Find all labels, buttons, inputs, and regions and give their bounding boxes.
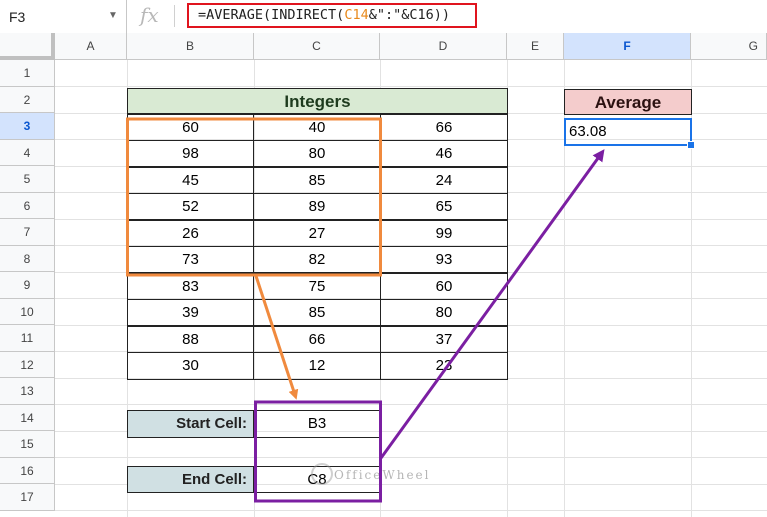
fx-icon: fx bbox=[140, 3, 159, 27]
column-header-d[interactable]: D bbox=[380, 33, 507, 60]
name-box[interactable]: F3 ▼ bbox=[0, 0, 127, 33]
average-header[interactable]: Average bbox=[564, 89, 692, 115]
table-cell[interactable]: 88 bbox=[127, 325, 254, 353]
row-header-4[interactable]: 4 bbox=[0, 139, 55, 166]
table-cell[interactable]: 12 bbox=[253, 352, 381, 380]
fill-handle[interactable] bbox=[687, 141, 695, 149]
table-cell[interactable]: 66 bbox=[380, 114, 508, 141]
formula-prefix: =AVERAGE(INDIRECT( bbox=[198, 7, 345, 23]
select-all-corner[interactable] bbox=[0, 33, 55, 60]
formula-ref-c14: C14 bbox=[344, 7, 369, 23]
table-cell[interactable]: 26 bbox=[127, 219, 254, 247]
start-cell-value[interactable]: B3 bbox=[253, 410, 381, 438]
formula-input[interactable]: =AVERAGE(INDIRECT(C14&":"&C16)) bbox=[187, 3, 477, 28]
row-header-12[interactable]: 12 bbox=[0, 351, 55, 378]
table-cell[interactable]: 85 bbox=[253, 299, 381, 326]
table-cell[interactable]: 65 bbox=[380, 193, 508, 220]
row-header-17[interactable]: 17 bbox=[0, 484, 55, 511]
column-header-g[interactable]: G bbox=[691, 33, 767, 60]
gridline bbox=[55, 510, 767, 511]
table-cell[interactable]: 27 bbox=[253, 219, 381, 247]
table-cell[interactable]: 24 bbox=[380, 166, 508, 194]
table-cell[interactable]: 75 bbox=[253, 272, 381, 300]
row-header-7[interactable]: 7 bbox=[0, 219, 55, 246]
row-header-2[interactable]: 2 bbox=[0, 86, 55, 113]
table-cell[interactable]: 45 bbox=[127, 166, 254, 194]
row-header-6[interactable]: 6 bbox=[0, 192, 55, 219]
watermark: OfficeWheel bbox=[334, 468, 431, 482]
table-cell[interactable]: 40 bbox=[253, 114, 381, 141]
table-cell[interactable]: 60 bbox=[380, 272, 508, 300]
row-header-11[interactable]: 11 bbox=[0, 325, 55, 352]
divider bbox=[174, 5, 175, 27]
row-header-15[interactable]: 15 bbox=[0, 431, 55, 458]
table-cell[interactable]: 23 bbox=[380, 352, 508, 380]
table-cell[interactable]: 46 bbox=[380, 140, 508, 167]
row-header-8[interactable]: 8 bbox=[0, 245, 55, 272]
table-cell[interactable]: 99 bbox=[380, 219, 508, 247]
table-cell[interactable]: 98 bbox=[127, 140, 254, 167]
row-header-14[interactable]: 14 bbox=[0, 404, 55, 431]
table-cell[interactable]: 73 bbox=[127, 246, 254, 273]
row-header-13[interactable]: 13 bbox=[0, 378, 55, 405]
table-cell[interactable]: 60 bbox=[127, 114, 254, 141]
column-header-a[interactable]: A bbox=[55, 33, 127, 60]
integers-header[interactable]: Integers bbox=[127, 88, 508, 114]
column-header-c[interactable]: C bbox=[254, 33, 380, 60]
column-header-b[interactable]: B bbox=[127, 33, 254, 60]
table-cell[interactable]: 93 bbox=[380, 246, 508, 273]
formula-suffix: &":"&C16)) bbox=[368, 7, 450, 23]
gridline bbox=[55, 86, 767, 87]
table-cell[interactable]: 52 bbox=[127, 193, 254, 220]
row-header-16[interactable]: 16 bbox=[0, 457, 55, 484]
table-cell[interactable]: 83 bbox=[127, 272, 254, 300]
row-header-10[interactable]: 10 bbox=[0, 298, 55, 325]
table-cell[interactable]: 85 bbox=[253, 166, 381, 194]
table-cell[interactable]: 39 bbox=[127, 299, 254, 326]
table-cell[interactable]: 80 bbox=[380, 299, 508, 326]
end-cell-label: End Cell: bbox=[127, 466, 254, 493]
gridline bbox=[55, 457, 767, 458]
officewheel-logo-icon bbox=[311, 463, 333, 485]
table-cell[interactable]: 82 bbox=[253, 246, 381, 273]
column-header-e[interactable]: E bbox=[507, 33, 564, 60]
table-cell[interactable]: 80 bbox=[253, 140, 381, 167]
row-header-5[interactable]: 5 bbox=[0, 166, 55, 193]
start-cell-label: Start Cell: bbox=[127, 410, 254, 438]
row-header-1[interactable]: 1 bbox=[0, 60, 55, 87]
row-header-3[interactable]: 3 bbox=[0, 113, 55, 140]
row-header-9[interactable]: 9 bbox=[0, 272, 55, 299]
table-cell[interactable]: 66 bbox=[253, 325, 381, 353]
gridline bbox=[55, 404, 767, 405]
table-cell[interactable]: 89 bbox=[253, 193, 381, 220]
formula-bar: F3 ▼ fx =AVERAGE(INDIRECT(C14&":"&C16)) bbox=[0, 0, 767, 34]
table-cell[interactable]: 37 bbox=[380, 325, 508, 353]
average-result-cell[interactable]: 63.08 bbox=[564, 118, 692, 146]
chevron-down-icon[interactable]: ▼ bbox=[108, 10, 118, 21]
column-header-f[interactable]: F bbox=[564, 33, 691, 60]
name-box-ref: F3 bbox=[9, 9, 26, 25]
table-cell[interactable]: 30 bbox=[127, 352, 254, 380]
